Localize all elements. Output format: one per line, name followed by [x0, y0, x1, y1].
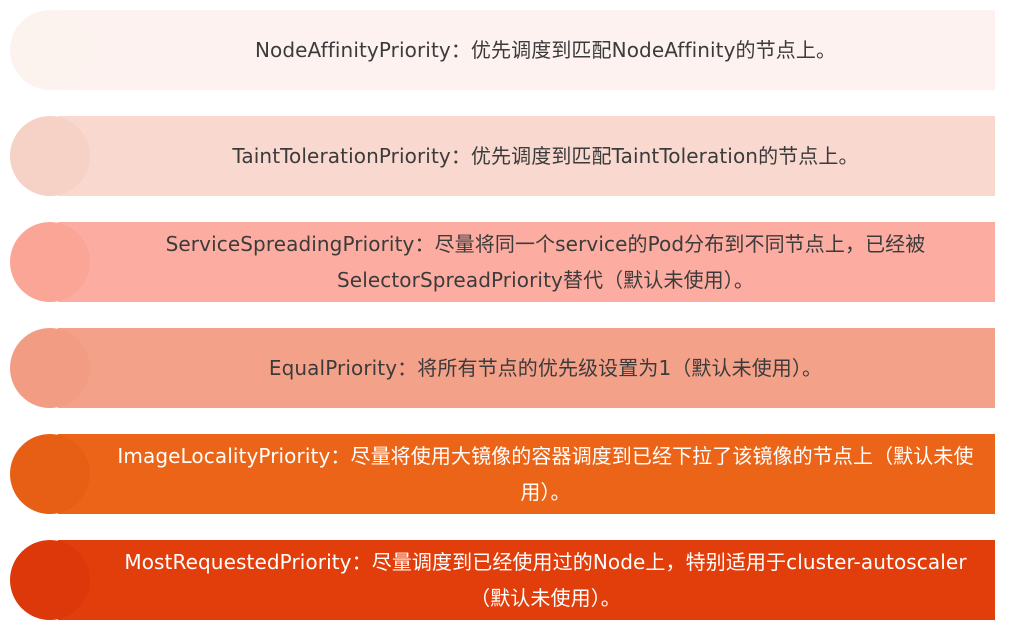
priority-circle [10, 328, 90, 408]
priority-bar: NodeAffinityPriority：优先调度到匹配NodeAffinity… [58, 10, 995, 90]
priority-text: ServiceSpreadingPriority：尽量将同一个service的P… [165, 232, 926, 292]
priority-circle [10, 116, 90, 196]
priority-text: TaintTolerationPriority：优先调度到匹配TaintTole… [232, 144, 859, 168]
priority-item-taint-toleration: TaintTolerationPriority：优先调度到匹配TaintTole… [0, 116, 1025, 196]
priority-text: MostRequestedPriority：尽量调度到已经使用过的Node上，特… [124, 550, 967, 610]
priority-circle [10, 434, 90, 514]
priority-item-node-affinity: NodeAffinityPriority：优先调度到匹配NodeAffinity… [0, 10, 1025, 90]
priority-text: EqualPriority：将所有节点的优先级设置为1（默认未使用）。 [268, 356, 823, 380]
priority-item-equal: EqualPriority：将所有节点的优先级设置为1（默认未使用）。 [0, 328, 1025, 408]
priority-circle [10, 222, 90, 302]
priority-text: ImageLocalityPriority：尽量将使用大镜像的容器调度到已经下拉… [117, 444, 974, 504]
priority-bar: MostRequestedPriority：尽量调度到已经使用过的Node上，特… [58, 540, 995, 620]
priority-item-most-requested: MostRequestedPriority：尽量调度到已经使用过的Node上，特… [0, 540, 1025, 620]
priority-item-service-spreading: ServiceSpreadingPriority：尽量将同一个service的P… [0, 222, 1025, 302]
priority-item-image-locality: ImageLocalityPriority：尽量将使用大镜像的容器调度到已经下拉… [0, 434, 1025, 514]
priority-bar: ImageLocalityPriority：尽量将使用大镜像的容器调度到已经下拉… [58, 434, 995, 514]
priority-bar: TaintTolerationPriority：优先调度到匹配TaintTole… [58, 116, 995, 196]
priority-text: NodeAffinityPriority：优先调度到匹配NodeAffinity… [254, 38, 837, 62]
priority-circle [10, 10, 90, 90]
priority-bar: EqualPriority：将所有节点的优先级设置为1（默认未使用）。 [58, 328, 995, 408]
priority-bar: ServiceSpreadingPriority：尽量将同一个service的P… [58, 222, 995, 302]
priority-circle [10, 540, 90, 620]
